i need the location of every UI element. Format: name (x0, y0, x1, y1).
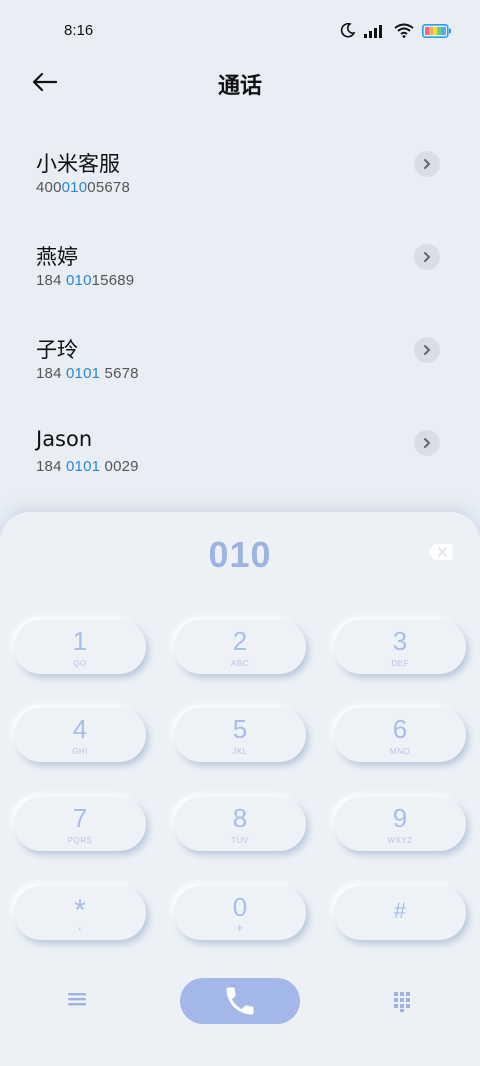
key-digit: # (393, 898, 407, 923)
dialed-number: 010 (208, 534, 272, 575)
key-digit: 6 (392, 714, 408, 744)
number-prefix: 400 (36, 179, 62, 196)
contact-detail-button[interactable] (414, 430, 440, 456)
key-letters: GHI (72, 747, 88, 756)
backspace-icon (426, 542, 454, 562)
key-letters: DEF (391, 659, 409, 668)
signal-icon (364, 23, 386, 42)
contact-name: 燕婷 (36, 245, 78, 269)
contact-name: 小米客服 (36, 152, 120, 176)
dial-key-5[interactable]: 5 JKL (174, 708, 306, 762)
key-letters: WXYZ (387, 836, 413, 845)
contact-item[interactable]: Jason 184 0101 0029 (0, 415, 480, 508)
number-match: 0101 (66, 458, 101, 475)
key-letters: JKL (232, 747, 248, 756)
status-time: 8:16 (64, 22, 94, 39)
keypad-toggle-button[interactable] (392, 990, 416, 1014)
phone-icon (226, 987, 254, 1015)
number-match: 010 (66, 272, 92, 289)
dialpad-grid-icon (394, 992, 410, 1012)
key-letters: , (77, 916, 83, 932)
number-suffix: 0029 (100, 458, 139, 475)
key-letters: TUV (231, 836, 249, 845)
contact-detail-button[interactable] (414, 337, 440, 363)
contact-number: 40001005678 (36, 179, 130, 196)
status-icons (340, 22, 452, 42)
contact-number: 184 0101 5678 (36, 365, 139, 382)
contact-number: 184 01015689 (36, 272, 134, 289)
dial-key-hash[interactable]: # (334, 886, 466, 940)
contact-item[interactable]: 小米客服 40001005678 (0, 136, 480, 229)
dial-key-star[interactable]: * , (14, 886, 146, 940)
key-digit: 5 (232, 714, 248, 744)
status-bar: 8:16 (0, 0, 480, 62)
dial-key-6[interactable]: 6 MNO (334, 708, 466, 762)
number-prefix: 184 (36, 365, 66, 382)
dial-key-3[interactable]: 3 DEF (334, 620, 466, 674)
wifi-icon (394, 23, 414, 42)
number-suffix: 15689 (91, 272, 135, 289)
dial-key-9[interactable]: 9 WXYZ (334, 797, 466, 851)
key-letters: ABC (231, 659, 249, 668)
contact-item[interactable]: 子玲 184 0101 5678 (0, 322, 480, 415)
dialpad-panel: 010 1 QO 2 ABC 3 DEF 4 GHI 5 JKL 6 MNO 7… (0, 512, 480, 1066)
dial-key-0[interactable]: 0 + (174, 886, 306, 940)
number-suffix: 5678 (100, 365, 139, 382)
key-digit: 3 (392, 626, 408, 656)
chevron-right-icon (424, 345, 430, 355)
contact-detail-button[interactable] (414, 244, 440, 270)
chevron-right-icon (424, 438, 430, 448)
contact-detail-button[interactable] (414, 151, 440, 177)
key-letters: PQRS (67, 836, 93, 845)
key-digit: 0 (232, 892, 248, 922)
battery-icon (422, 23, 452, 42)
number-match: 010 (61, 179, 88, 196)
menu-icon (68, 993, 86, 1006)
key-digit: 8 (232, 803, 248, 833)
number-prefix: 184 (36, 272, 66, 289)
key-digit: 7 (72, 803, 88, 833)
key-digit: 1 (72, 626, 88, 656)
key-digit: 2 (232, 626, 248, 656)
page-title: 通话 (217, 74, 262, 99)
contact-name: 子玲 (36, 338, 78, 362)
dial-key-1[interactable]: 1 QO (14, 620, 146, 674)
call-button[interactable] (180, 978, 300, 1024)
moon-icon (340, 22, 356, 42)
dial-key-8[interactable]: 8 TUV (174, 797, 306, 851)
key-letters: MNO (389, 747, 411, 756)
dial-key-2[interactable]: 2 ABC (174, 620, 306, 674)
key-letters: + (235, 920, 245, 935)
menu-button[interactable] (66, 990, 92, 1014)
number-suffix: 05678 (87, 179, 130, 196)
contact-number: 184 0101 0029 (36, 458, 139, 475)
key-letters: QO (73, 659, 87, 668)
key-digit: 9 (392, 803, 408, 833)
dial-key-7[interactable]: 7 PQRS (14, 797, 146, 851)
number-prefix: 184 (36, 458, 66, 475)
contact-list: 小米客服 40001005678 燕婷 184 01015689 子玲 184 … (0, 136, 480, 508)
key-digit: 4 (72, 714, 88, 744)
chevron-right-icon (424, 252, 430, 262)
contact-name: Jason (36, 427, 93, 451)
backspace-button[interactable] (426, 542, 454, 564)
contact-item[interactable]: 燕婷 184 01015689 (0, 229, 480, 322)
chevron-right-icon (424, 159, 430, 169)
number-match: 0101 (66, 365, 101, 382)
dial-key-4[interactable]: 4 GHI (14, 708, 146, 762)
